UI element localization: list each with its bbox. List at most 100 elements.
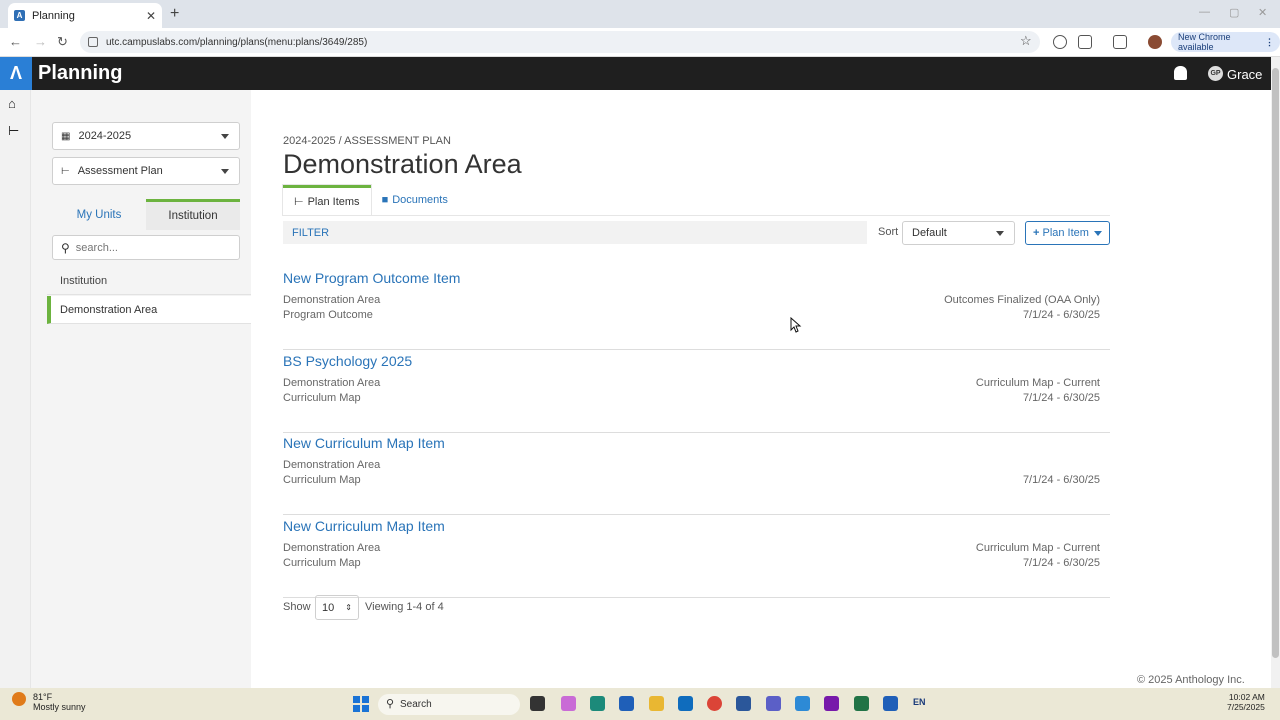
site-info-icon[interactable]	[88, 37, 98, 47]
plan-item-unit: Demonstration Area	[283, 542, 381, 554]
forward-icon[interactable]: →	[34, 34, 47, 49]
tab-my-units[interactable]: My Units	[52, 199, 146, 230]
user-avatar[interactable]: GP	[1208, 66, 1223, 81]
teams-icon[interactable]	[766, 696, 781, 711]
url-text: utc.campuslabs.com/planning/plans(menu:p…	[106, 36, 368, 48]
tab-plan-items[interactable]: ⊢ Plan Items	[283, 185, 371, 215]
anthology-favicon-icon: A	[14, 10, 25, 21]
up-down-caret-icon: ⇕	[345, 603, 352, 612]
taskbar-clock[interactable]: 10:02 AM 7/25/2025	[1227, 692, 1265, 712]
list-item: New Program Outcome Item Demonstration A…	[283, 270, 1110, 350]
sidebar-tabs: My Units Institution	[52, 199, 240, 230]
browser-tab-strip	[0, 0, 1280, 28]
breadcrumb: 2024-2025 / ASSESSMENT PLAN	[283, 135, 451, 147]
snipping-tool-icon[interactable]	[795, 696, 810, 711]
window-close-icon[interactable]: ✕	[1258, 6, 1267, 19]
sidebar-item-demonstration-area[interactable]: Demonstration Area	[47, 296, 251, 324]
plan-item-dates: 7/1/24 - 6/30/25	[1022, 392, 1100, 404]
puzzle-extensions-icon[interactable]	[1078, 35, 1092, 49]
plan-item-title[interactable]: New Curriculum Map Item	[283, 435, 445, 451]
onenote-icon[interactable]	[824, 696, 839, 711]
taskbar-search[interactable]: Search	[378, 694, 520, 715]
bookmark-star-icon[interactable]: ☆	[1020, 33, 1032, 49]
plan-item-title[interactable]: New Curriculum Map Item	[283, 518, 445, 534]
page-size-select[interactable]: 10 ⇕	[315, 595, 359, 620]
unit-search: ⚲	[52, 235, 240, 260]
unit-search-input[interactable]	[75, 241, 226, 254]
plan-item-status: Curriculum Map - Current	[975, 542, 1100, 554]
task-view-icon[interactable]	[530, 696, 545, 711]
copyright-footer: © 2025 Anthology Inc.	[1137, 674, 1245, 686]
scrollbar-thumb[interactable]	[1272, 68, 1279, 658]
maximize-icon[interactable]: ▢	[1229, 6, 1239, 19]
weather-widget[interactable]: 81°F Mostly sunny	[33, 692, 86, 712]
left-nav-rail	[0, 90, 31, 688]
new-chrome-label: New Chrome available	[1178, 32, 1231, 52]
anthology-logo-icon[interactable]: Λ	[0, 57, 32, 90]
search-icon: ⚲	[61, 240, 70, 255]
weather-sun-icon[interactable]	[12, 692, 26, 706]
mouse-cursor-icon	[790, 317, 802, 333]
language-indicator[interactable]: EN	[913, 697, 926, 707]
notifications-bell-icon[interactable]	[1174, 66, 1187, 80]
new-chrome-available-button[interactable]: New Chrome available ⋮	[1171, 32, 1280, 52]
edge-icon[interactable]	[590, 696, 605, 711]
plan-item-title[interactable]: New Program Outcome Item	[283, 270, 460, 286]
address-bar[interactable]: utc.campuslabs.com/planning/plans(menu:p…	[80, 31, 1040, 53]
tab-documents[interactable]: ■ Documents	[371, 185, 459, 215]
copilot-icon[interactable]	[561, 696, 576, 711]
plan-hierarchy-icon: ⊢	[61, 165, 70, 177]
new-tab-icon[interactable]: +	[170, 5, 179, 23]
plus-icon: +	[1033, 227, 1040, 239]
weather-temperature: 81°F	[33, 692, 53, 702]
tabs-divider	[283, 215, 1110, 216]
word-icon[interactable]	[736, 696, 751, 711]
list-item: New Curriculum Map Item Demonstration Ar…	[283, 518, 1110, 598]
plan-item-title[interactable]: BS Psychology 2025	[283, 353, 412, 369]
chrome-icon[interactable]	[707, 696, 722, 711]
chevron-down-icon	[1093, 230, 1102, 236]
plan-item-dates: 7/1/24 - 6/30/25	[1022, 557, 1100, 569]
windows-start-icon[interactable]	[353, 696, 369, 712]
user-name[interactable]: Grace	[1227, 67, 1262, 82]
plan-item-type: Program Outcome	[283, 309, 373, 321]
page-size-value: 10	[322, 601, 335, 614]
back-icon[interactable]: ←	[9, 34, 22, 49]
app-title: Planning	[38, 62, 123, 84]
extension-icon[interactable]	[1053, 35, 1067, 49]
plans-hierarchy-icon[interactable]: ⊢	[8, 123, 22, 138]
app-header	[0, 57, 1271, 90]
tab-search-icon[interactable]	[1113, 35, 1127, 49]
taskbar-search-label: Search	[400, 699, 432, 710]
sidebar-item-institution[interactable]: Institution	[47, 267, 251, 295]
plan-item-dates: 7/1/24 - 6/30/25	[1022, 309, 1100, 321]
close-tab-icon[interactable]: ✕	[146, 9, 156, 23]
plan-item-unit: Demonstration Area	[283, 377, 381, 389]
year-select[interactable]: ▦ 2024-2025	[52, 122, 240, 150]
filter-toggle[interactable]: FILTER	[283, 221, 867, 244]
plan-select[interactable]: ⊢ Assessment Plan	[52, 157, 240, 185]
plan-item-unit: Demonstration Area	[283, 294, 381, 306]
windows-taskbar	[0, 688, 1280, 720]
store-icon[interactable]	[619, 696, 634, 711]
excel-icon[interactable]	[854, 696, 869, 711]
app-grid-icon[interactable]	[883, 696, 898, 711]
file-explorer-icon[interactable]	[649, 696, 664, 711]
list-item: BS Psychology 2025 Demonstration Area Cu…	[283, 353, 1110, 433]
tab-institution[interactable]: Institution	[146, 199, 240, 230]
sort-select[interactable]: Default	[902, 221, 1015, 245]
reload-icon[interactable]: ↻	[57, 34, 68, 50]
minimize-icon[interactable]: —	[1199, 6, 1210, 18]
weather-condition: Mostly sunny	[33, 702, 86, 712]
plan-item-status: Curriculum Map - Current	[975, 377, 1100, 389]
plan-items-icon: ⊢	[294, 196, 304, 208]
plan-item-dates: 7/1/24 - 6/30/25	[1022, 474, 1100, 486]
plan-item-type: Curriculum Map	[283, 474, 361, 486]
main-tabs: ⊢ Plan Items ■ Documents	[283, 185, 459, 215]
chrome-profile-avatar[interactable]	[1148, 35, 1162, 49]
home-icon[interactable]: ⌂	[8, 96, 22, 111]
plan-item-type: Curriculum Map	[283, 392, 361, 404]
add-plan-item-button[interactable]: + Plan Item	[1025, 221, 1110, 245]
outlook-icon[interactable]	[678, 696, 693, 711]
browser-tab[interactable]: A Planning ✕	[8, 3, 162, 28]
